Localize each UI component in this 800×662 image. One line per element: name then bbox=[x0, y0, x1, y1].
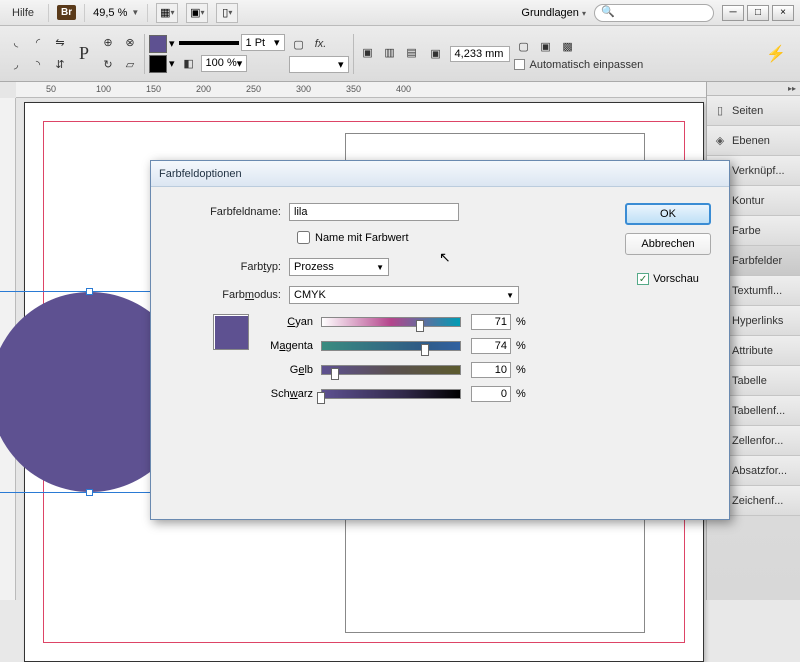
text-tool-icon[interactable]: P bbox=[74, 44, 94, 64]
panel-label: Attribute bbox=[732, 345, 773, 357]
application-topbar: Hilfe Br 49,5 % ▼ ▦▾ ▣▾ ▯▾ Grundlagen ▾ … bbox=[0, 0, 800, 26]
center-content-icon[interactable]: ▩ bbox=[558, 37, 578, 57]
fx-icon[interactable]: fx. bbox=[311, 34, 331, 54]
panel-label: Farbe bbox=[732, 225, 761, 237]
control-toolbar: ◟ ◜ ⇋ ◞ ◝ ⇵ P ⊕ ⊗ ↻ ▱ ▾ ▾ 1 Pt▾ ◧ 100 %▾ bbox=[0, 26, 800, 82]
cancel-button[interactable]: Abbrechen bbox=[625, 233, 711, 255]
swap-icon[interactable]: ◧ bbox=[179, 53, 199, 73]
yellow-label: Gelb bbox=[261, 364, 321, 376]
workspace-switcher[interactable]: Grundlagen ▾ bbox=[521, 7, 586, 19]
search-input[interactable]: 🔍 bbox=[594, 4, 714, 22]
magenta-label: Magenta bbox=[261, 340, 321, 352]
color-preview-swatch bbox=[213, 314, 249, 350]
panel-label: Verknüpf... bbox=[732, 165, 785, 177]
colormode-label: Farbmodus: bbox=[169, 289, 289, 301]
preview-label: Vorschau bbox=[653, 273, 699, 285]
arrange-docs-icon[interactable]: ▯▾ bbox=[216, 3, 238, 23]
view-options-icon[interactable]: ▦▾ bbox=[156, 3, 178, 23]
swatch-options-dialog: Farbfeldoptionen Farbfeldname: Name mit … bbox=[150, 160, 730, 520]
flip-v-icon[interactable]: ⇵ bbox=[50, 55, 70, 75]
opacity-field[interactable]: 100 %▾ bbox=[201, 55, 248, 72]
wrap-none-icon[interactable]: ▣ bbox=[358, 43, 378, 63]
panel-label: Tabelle bbox=[732, 375, 767, 387]
panel-icon: ▯ bbox=[713, 104, 727, 117]
black-slider[interactable] bbox=[321, 389, 461, 399]
crop-icon[interactable]: ▣ bbox=[426, 44, 446, 64]
panel-label: Tabellenf... bbox=[732, 405, 785, 417]
wrap-bounding-icon[interactable]: ▥ bbox=[380, 43, 400, 63]
stroke-swatch[interactable] bbox=[149, 55, 167, 73]
maximize-button[interactable]: □ bbox=[747, 5, 769, 21]
measure-field[interactable]: 4,233 mm bbox=[450, 46, 510, 62]
fit-frame-icon[interactable]: ▣ bbox=[536, 37, 556, 57]
shear-icon[interactable]: ▱ bbox=[120, 55, 140, 75]
panel-label: Absatzfor... bbox=[732, 465, 787, 477]
cursor-icon: ↖ bbox=[439, 249, 451, 266]
corner-bl-icon[interactable]: ◞ bbox=[6, 55, 26, 75]
magenta-value-input[interactable] bbox=[471, 338, 511, 354]
yellow-slider[interactable] bbox=[321, 365, 461, 375]
zoom-level[interactable]: 49,5 % ▼ bbox=[93, 7, 139, 19]
rotate-icon[interactable]: ↻ bbox=[98, 55, 118, 75]
panel-label: Zellenfor... bbox=[732, 435, 783, 447]
dialog-title: Farbfeldoptionen bbox=[151, 161, 729, 187]
stroke-weight-field[interactable]: 1 Pt▾ bbox=[241, 34, 285, 51]
colortype-label: Farbtyp: bbox=[169, 261, 289, 273]
corner-tl-icon[interactable]: ◟ bbox=[6, 33, 26, 53]
panel-icon: ◈ bbox=[713, 134, 727, 147]
help-menu[interactable]: Hilfe bbox=[6, 5, 40, 21]
name-with-value-checkbox[interactable] bbox=[297, 231, 310, 244]
fit-content-icon[interactable]: ▢ bbox=[514, 37, 534, 57]
horizontal-ruler: 50 100 150 200 250 300 350 400 bbox=[16, 82, 706, 98]
black-label: Schwarz bbox=[261, 388, 321, 400]
chain2-icon[interactable]: ⊗ bbox=[120, 33, 140, 53]
panel-label: Ebenen bbox=[732, 135, 770, 147]
panel-label: Kontur bbox=[732, 195, 764, 207]
colormode-select[interactable]: CMYK▼ bbox=[289, 286, 519, 304]
wrap-shape-icon[interactable]: ▤ bbox=[402, 43, 422, 63]
panel-label: Textumfl... bbox=[732, 285, 782, 297]
close-button[interactable]: × bbox=[772, 5, 794, 21]
ok-button[interactable]: OK bbox=[625, 203, 711, 225]
minimize-button[interactable]: ─ bbox=[722, 5, 744, 21]
stroke-preview bbox=[179, 41, 239, 45]
panel-label: Farbfelder bbox=[732, 255, 782, 267]
cyan-label: Cyan bbox=[261, 316, 321, 328]
screen-mode-icon[interactable]: ▣▾ bbox=[186, 3, 208, 23]
flyout-icon[interactable]: ⚡ bbox=[766, 44, 794, 64]
swatch-name-input[interactable] bbox=[289, 203, 459, 221]
panel-label: Hyperlinks bbox=[732, 315, 783, 327]
preview-checkbox-row[interactable]: ✓ Vorschau bbox=[637, 273, 699, 285]
autofit-label: Automatisch einpassen bbox=[530, 59, 644, 71]
magenta-slider[interactable] bbox=[321, 341, 461, 351]
flip-h-icon[interactable]: ⇋ bbox=[50, 33, 70, 53]
corner-tr-icon[interactable]: ◜ bbox=[28, 33, 48, 53]
panel-item-seiten[interactable]: ▯ Seiten bbox=[707, 96, 800, 126]
panel-label: Seiten bbox=[732, 105, 763, 117]
bridge-icon[interactable]: Br bbox=[57, 5, 76, 20]
autofit-checkbox[interactable] bbox=[514, 59, 525, 70]
panel-collapse-button[interactable]: ▸▸ bbox=[707, 82, 800, 96]
cyan-slider[interactable] bbox=[321, 317, 461, 327]
corner-br-icon[interactable]: ◝ bbox=[28, 55, 48, 75]
chain-icon[interactable]: ⊕ bbox=[98, 33, 118, 53]
swatch-name-label: Farbfeldname: bbox=[169, 206, 289, 218]
panel-item-ebenen[interactable]: ◈ Ebenen bbox=[707, 126, 800, 156]
black-value-input[interactable] bbox=[471, 386, 511, 402]
yellow-value-input[interactable] bbox=[471, 362, 511, 378]
style-select[interactable]: ▾ bbox=[289, 56, 349, 73]
panel-label: Zeichenf... bbox=[732, 495, 783, 507]
cyan-value-input[interactable] bbox=[471, 314, 511, 330]
fill-swatch[interactable] bbox=[149, 35, 167, 53]
name-with-value-label: Name mit Farbwert bbox=[315, 232, 409, 244]
colortype-select[interactable]: Prozess▼ bbox=[289, 258, 389, 276]
effects-icon[interactable]: ▢ bbox=[289, 34, 309, 54]
